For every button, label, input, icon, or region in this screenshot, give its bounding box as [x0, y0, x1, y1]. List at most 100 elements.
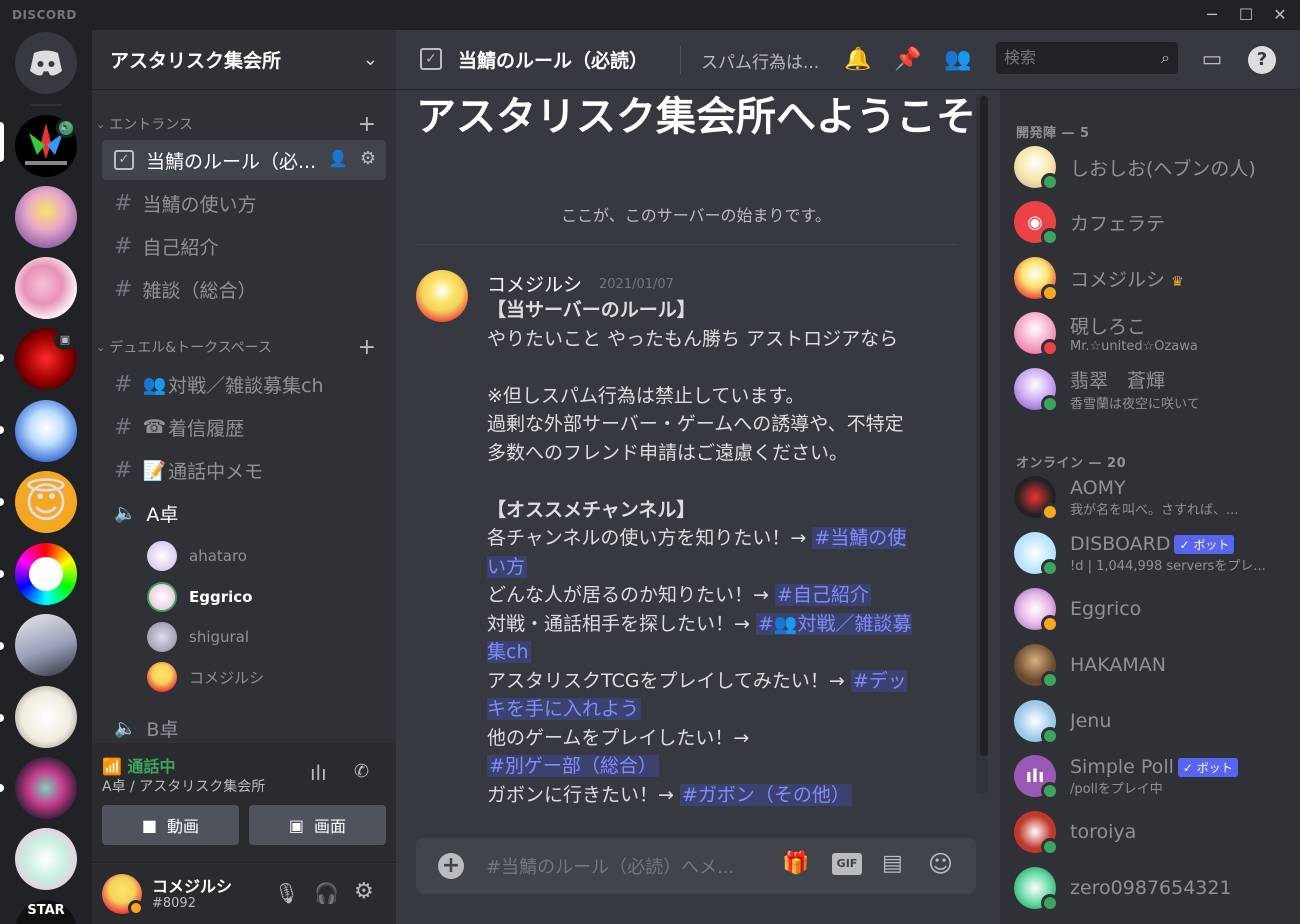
member-item[interactable]: コメジルシ ♛ — [1014, 253, 1294, 303]
microphone-icon[interactable]: 🎙 — [274, 881, 299, 905]
channel-memo[interactable]: # 📝 通話中メモ — [102, 450, 386, 490]
gift-icon[interactable]: 🎁 — [782, 851, 809, 876]
message-line: 過剰な外部サーバー・ゲームへの誘導や、不特定多数へのフレンド申請はご遠慮ください… — [487, 413, 904, 464]
server-icon-9[interactable] — [15, 686, 77, 748]
channel-label: B卓 — [146, 718, 179, 741]
help-icon[interactable]: ? — [1248, 46, 1276, 74]
server-icon-12[interactable]: STARWARS — [15, 900, 77, 924]
monitor-icon: ▣ — [54, 330, 76, 350]
server-icon-11[interactable] — [15, 828, 77, 890]
server-icon-7[interactable] — [15, 543, 77, 605]
member-item[interactable]: toroiya — [1014, 807, 1294, 857]
gear-icon[interactable]: ⚙ — [354, 879, 374, 904]
members-icon[interactable]: 👥 — [942, 44, 974, 76]
member-item[interactable]: ılı Simple Poll ✓ ボット/pollをプレイ中 — [1014, 751, 1294, 801]
channel-topic[interactable]: スパム行為は... — [701, 48, 819, 73]
server-icon-10[interactable] — [15, 757, 77, 819]
username: コメジルシ — [152, 877, 233, 896]
voice-channel-a[interactable]: 🔈 A卓 — [102, 493, 386, 533]
server-icon-8[interactable] — [15, 614, 77, 676]
avatar — [1014, 476, 1059, 521]
gear-icon[interactable]: ⚙ — [360, 148, 376, 169]
close-icon[interactable]: ✕ — [1264, 3, 1296, 27]
voice-user-speaking[interactable]: Eggrico — [147, 582, 252, 612]
category-entrance[interactable]: ⌄ エントランス + — [96, 112, 376, 137]
disconnect-icon[interactable]: ✆ — [354, 761, 369, 782]
category-duel[interactable]: ⌄ デュエル&トークスペース + — [96, 335, 376, 360]
voice-user[interactable]: shigural — [147, 622, 249, 652]
gif-icon[interactable]: GIF — [832, 853, 862, 875]
rec-text: 他のゲームをプレイしたい！→ — [487, 726, 750, 749]
minimize-icon[interactable]: ─ — [1196, 3, 1228, 27]
member-item[interactable]: DISBOARD ✓ ボット !d | 1,044,998 serversをプレ..… — [1014, 528, 1294, 578]
message-placeholder: #当鯖のルール（必読）へメ... — [486, 857, 735, 878]
scrollbar-thumb[interactable] — [980, 96, 988, 756]
bell-icon[interactable]: 🔔 — [842, 44, 874, 76]
member-item[interactable]: しおしお(ヘブンの人) — [1014, 142, 1294, 192]
maximize-icon[interactable]: ☐ — [1230, 3, 1262, 27]
chevron-down-icon[interactable]: ⌄ — [363, 49, 378, 70]
member-name: コメジルシ — [1070, 268, 1166, 291]
sticker-icon[interactable]: ▤ — [882, 851, 903, 876]
member-item[interactable]: Jenu — [1014, 696, 1294, 746]
voice-location[interactable]: A卓 / アスタリスク集会所 — [102, 776, 265, 796]
channel-mention[interactable]: #別ゲー部（総合） — [487, 755, 659, 777]
noise-suppression-icon[interactable]: ılı — [310, 761, 327, 785]
member-item[interactable]: Eggrico — [1014, 584, 1294, 634]
speaker-icon: 🔊 — [56, 118, 76, 138]
screen-share-button[interactable]: ▣ 画面 — [249, 805, 386, 845]
voice-user[interactable]: コメジルシ — [147, 662, 264, 692]
channel-mention[interactable]: #ガボン（その他） — [679, 783, 852, 806]
message-author[interactable]: コメジルシ — [487, 270, 582, 297]
add-channel-icon[interactable]: + — [358, 112, 376, 137]
server-icon-5[interactable] — [15, 400, 77, 462]
add-channel-icon[interactable]: + — [358, 335, 376, 360]
channel-chat[interactable]: # 雑談（総合） — [102, 269, 386, 309]
unread-indicator — [0, 784, 4, 792]
channel-mention[interactable]: #自己紹介 — [774, 584, 871, 606]
server-header[interactable]: アスタリスク集会所 ⌄ — [92, 30, 396, 90]
member-item[interactable]: AOMY 我が名を叫べ。さすれば、... — [1014, 472, 1294, 522]
member-item[interactable]: 翡翠 蒼輝 香雪蘭は夜空に咲いて — [1014, 364, 1294, 414]
rec-text: 各チャンネルの使い方を知りたい！→ — [487, 527, 813, 549]
invite-icon[interactable]: 👤 — [328, 149, 348, 168]
message-input[interactable]: + #当鯖のルール（必読）へメ... 🎁 GIF ▤ ☺ — [416, 838, 976, 894]
search-input[interactable]: 検索 ⌕ — [996, 42, 1178, 74]
video-button[interactable]: ■ 動画 — [102, 805, 239, 845]
member-item[interactable]: ◉ カフェラテ — [1014, 197, 1294, 247]
add-attachment-icon[interactable]: + — [438, 853, 464, 879]
member-name: toroiya — [1070, 821, 1137, 843]
message-avatar[interactable] — [416, 270, 468, 322]
server-icon-2[interactable] — [15, 186, 77, 248]
channel-label: A卓 — [146, 503, 179, 526]
home-button[interactable] — [15, 32, 77, 94]
headphones-icon[interactable]: 🎧 — [314, 881, 339, 905]
channel-match[interactable]: # 👥 対戦／雑談募集ch — [102, 364, 386, 404]
server-icon-6[interactable]: 😇 — [15, 471, 77, 533]
member-name: HAKAMAN — [1070, 654, 1167, 676]
voice-connected-status[interactable]: 📶 通話中 — [102, 753, 176, 777]
member-item[interactable]: 硯しろこ Mr.☆united☆Ozawa — [1014, 308, 1294, 358]
inbox-icon[interactable]: ▭ — [1196, 44, 1228, 76]
user-tag: #8092 — [152, 896, 196, 911]
channel-howto[interactable]: # 当鯖の使い方 — [102, 183, 386, 223]
rules-channel-icon: ✓ — [114, 150, 134, 170]
server-icon-3[interactable] — [15, 257, 77, 319]
member-item[interactable]: zero0987654321 — [1014, 863, 1294, 913]
channel-label: 通話中メモ — [168, 460, 264, 483]
voice-user[interactable]: ahataro — [147, 541, 247, 571]
voice-channel-b[interactable]: 🔈 B卓 — [102, 708, 386, 748]
people-icon: 👥 — [142, 373, 167, 396]
message-line: ※但しスパム行為は禁止しています。 — [487, 384, 805, 407]
channel-callhist[interactable]: # ☎ 着信履歴 — [102, 407, 386, 447]
channel-intro[interactable]: # 自己紹介 — [102, 226, 386, 266]
emoji-icon[interactable]: ☺ — [928, 850, 953, 878]
pin-icon[interactable]: 📌 — [892, 44, 924, 76]
channel-rules[interactable]: ✓ 当鯖のルール（必... 👤 ⚙ — [102, 140, 386, 180]
unread-indicator — [0, 426, 4, 434]
voice-user-name: shigural — [189, 628, 250, 646]
hash-icon: # — [114, 457, 133, 483]
member-item[interactable]: HAKAMAN — [1014, 640, 1294, 690]
server-list: 🔊 ▣ 😇 STARWARS — [0, 30, 92, 924]
